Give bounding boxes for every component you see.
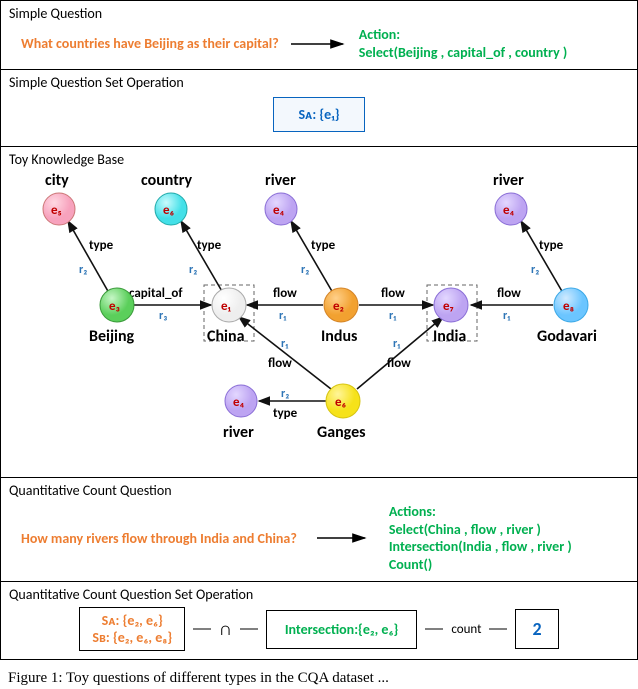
edge-label-type-c: type: [311, 238, 336, 253]
sa-line: Sᴀ: {e₂, e₆}: [92, 612, 172, 629]
edge-label-r1-e: r₁: [393, 337, 400, 351]
name-godavari: Godavari: [537, 327, 597, 346]
panel-title-kb: Toy Knowledge Base: [9, 151, 629, 168]
edge-label-r2-b: r₂: [189, 263, 197, 277]
node-label-e3: e₃: [109, 299, 120, 314]
node-label-e6-g: e₆: [335, 395, 347, 410]
edge-label-r1-b: r₁: [389, 309, 396, 323]
edge-label-flow-b: flow: [381, 286, 405, 301]
edge-label-flow-d: flow: [268, 356, 292, 371]
type-label-country: country: [141, 171, 193, 190]
edge-label-r2-c: r₂: [301, 263, 309, 277]
edge-label-r3: r₃: [159, 309, 167, 323]
quant-action-line-3: Count(): [389, 556, 572, 574]
edge-label-capitalof: capital_of: [129, 286, 183, 301]
count-label: count: [451, 622, 481, 637]
connector-line-c: [425, 611, 443, 647]
type-label-river-tr: river: [493, 171, 524, 190]
panel-knowledge-base: Toy Knowledge Base type: [0, 146, 638, 477]
panel-title-simple-set: Simple Question Set Operation: [9, 74, 629, 91]
intersection-symbol-icon: ∩: [219, 618, 232, 640]
quant-action-line-1: Select(China , flow , river ): [389, 521, 572, 539]
edge-china-type-country: [181, 221, 223, 293]
quant-action-header: Actions:: [389, 503, 572, 521]
action-body: Select(Beijing , capital_of , country ): [359, 44, 568, 62]
node-label-e8: e₈: [563, 299, 575, 314]
panel-quant-count-q: Quantitative Count Question How many riv…: [0, 477, 638, 581]
simple-set-box: Sᴀ: {e₁}: [273, 97, 364, 132]
quant-question-actions: Actions: Select(China , flow , river ) I…: [389, 503, 572, 573]
arrow-icon: [289, 36, 349, 52]
name-china: China: [207, 327, 245, 346]
panel-simple-set-op: Simple Question Set Operation Sᴀ: {e₁}: [0, 69, 638, 146]
node-label-e4-tr: e₄: [503, 203, 515, 218]
edge-label-flow-e: flow: [387, 356, 411, 371]
edge-label-type-e: type: [273, 406, 298, 421]
panel-title-quant-q: Quantitative Count Question: [9, 482, 629, 499]
edge-label-r1-a: r₁: [279, 309, 286, 323]
figure-root: Simple Question What countries have Beij…: [0, 0, 638, 660]
edge-label-type-b: type: [197, 238, 222, 253]
node-label-e5: e₅: [51, 203, 62, 218]
type-label-river-tl: river: [265, 171, 296, 190]
figure-caption: Figure 1: Toy questions of different typ…: [0, 660, 638, 689]
edge-ganges-flow-india: [357, 317, 443, 389]
connector-line-d: [489, 611, 507, 647]
edge-label-r1-d: r₁: [281, 337, 288, 351]
node-label-e6-country: e₆: [163, 203, 175, 218]
knowledge-graph-svg: type r₂ type r₂ type r₂ type r₂ capital_…: [1, 171, 637, 461]
sb-line: Sʙ: {e₂, e₆, e₈}: [92, 629, 172, 646]
quant-action-line-2: Intersection(India , flow , river ): [389, 538, 572, 556]
edge-label-flow-a: flow: [273, 286, 297, 301]
arrow-icon: [315, 530, 371, 546]
type-label-river-b: river: [223, 423, 254, 442]
edge-indus-type-river: [291, 221, 333, 293]
panel-quant-set-op: Quantitative Count Question Set Operatio…: [0, 581, 638, 660]
edge-label-type-d: type: [539, 238, 564, 253]
quant-question-text: How many rivers flow through India and C…: [9, 530, 297, 547]
edge-label-r2: r₂: [79, 263, 87, 277]
edge-label-r1-c: r₁: [503, 309, 510, 323]
simple-question-action: Action: Select(Beijing , capital_of , co…: [359, 26, 568, 61]
sa-sb-box: Sᴀ: {e₂, e₆} Sʙ: {e₂, e₆, e₈}: [79, 607, 185, 651]
edge-godavari-type-river: [521, 221, 563, 293]
panel-simple-question: Simple Question What countries have Beij…: [0, 0, 638, 69]
edge-label-type: type: [89, 238, 114, 253]
edge-ganges-flow-china: [239, 317, 331, 389]
edge-label-r2-d: r₂: [531, 263, 539, 277]
edge-beijing-type-city: [68, 221, 109, 293]
edge-label-r2-e: r₂: [281, 387, 289, 401]
simple-question-text: What countries have Beijing as their cap…: [9, 35, 279, 52]
count-value-box: 2: [515, 609, 558, 649]
intersection-result-box: Intersection:{e₂, e₆}: [266, 610, 418, 649]
node-label-e7: e₇: [443, 299, 454, 314]
node-label-e4-tl: e₄: [273, 203, 285, 218]
name-beijing: Beijing: [89, 327, 135, 346]
node-label-e4-b: e₄: [233, 395, 245, 410]
panel-title-simple-q: Simple Question: [9, 5, 629, 22]
type-label-city: city: [45, 171, 69, 190]
name-indus: Indus: [321, 327, 357, 346]
connector-line-b: [240, 611, 258, 647]
edge-label-flow-c: flow: [497, 286, 521, 301]
action-header: Action:: [359, 26, 568, 44]
name-ganges: Ganges: [317, 423, 366, 442]
name-india: India: [433, 327, 466, 346]
panel-title-quant-set: Quantitative Count Question Set Operatio…: [9, 586, 629, 603]
node-label-e2: e₂: [333, 299, 344, 314]
node-label-e1: e₁: [221, 299, 232, 314]
connector-line-a: [193, 611, 211, 647]
